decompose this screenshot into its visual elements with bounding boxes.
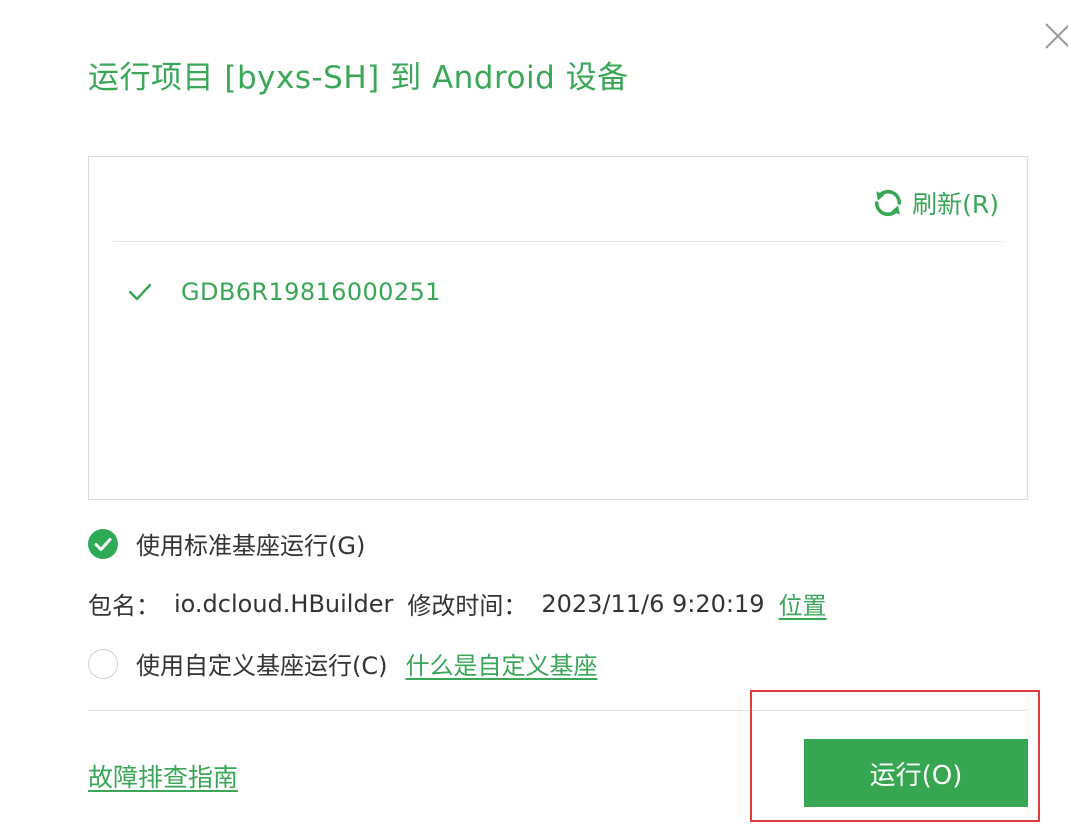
modified-label: 修改时间： [407,592,528,620]
package-value: io.dcloud.HBuilder [174,589,394,618]
device-list-panel: 刷新(R) GDB6R19816000251 [88,156,1028,500]
checkmark-icon [94,537,112,551]
device-name: GDB6R19816000251 [181,278,441,306]
standard-base-option[interactable]: 使用标准基座运行(G) [88,526,365,561]
close-button[interactable] [1040,18,1068,54]
panel-divider [113,241,1003,242]
standard-base-label: 使用标准基座运行(G) [136,532,366,560]
refresh-icon [875,189,902,217]
run-button[interactable]: 运行(O) [804,739,1028,807]
custom-base-option: 使用自定义基座运行(C) 什么是自定义基座 [88,646,597,681]
custom-base-help-link[interactable]: 什么是自定义基座 [405,646,597,681]
modified-value: 2023/11/6 9:20:19 [541,589,765,618]
package-label: 包名： [88,592,160,620]
location-link[interactable]: 位置 [779,586,827,621]
refresh-button[interactable]: 刷新(R) [870,185,999,221]
refresh-label: 刷新(R) [912,190,999,219]
custom-base-label[interactable]: 使用自定义基座运行(C) [136,646,387,681]
package-info: 包名： io.dcloud.HBuilder 修改时间： 2023/11/6 9… [88,586,827,621]
troubleshoot-guide-link[interactable]: 故障排查指南 [88,758,238,794]
check-icon [128,283,152,301]
dialog-title: 运行项目 [byxs-SH] 到 Android 设备 [88,60,629,96]
device-item[interactable]: GDB6R19816000251 [125,277,441,307]
close-icon [1045,23,1068,49]
standard-base-radio[interactable] [88,528,118,559]
custom-base-radio[interactable] [88,648,118,679]
